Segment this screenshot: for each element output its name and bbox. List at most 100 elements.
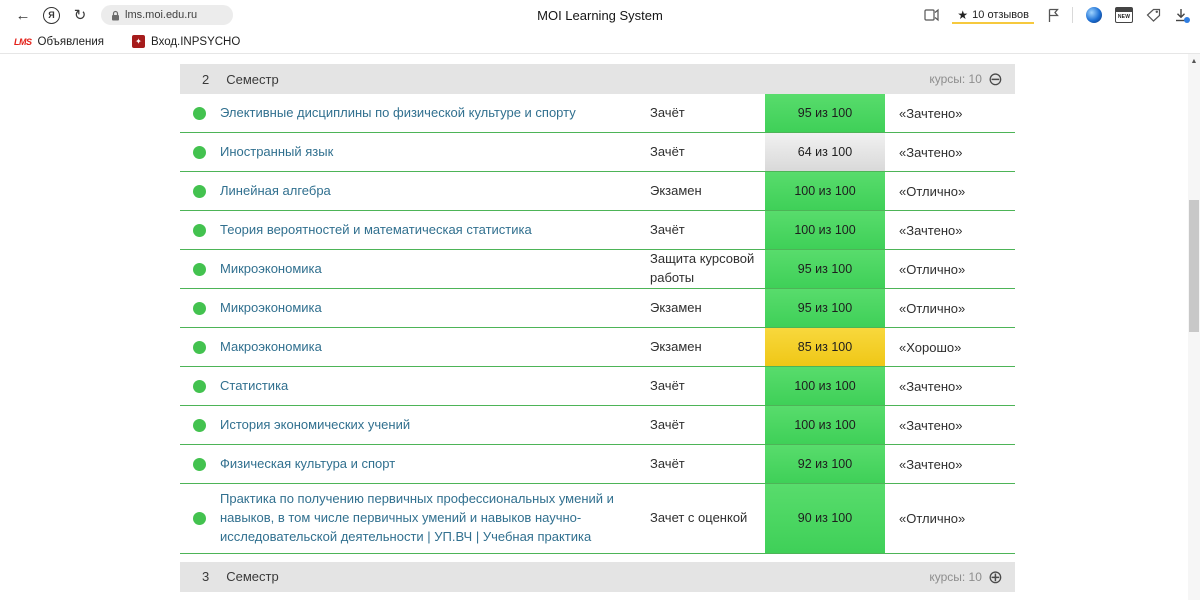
course-row: Физическая культура и спорт Зачёт 92 из … <box>180 445 1015 484</box>
score-badge: 85 из 100 <box>765 328 885 366</box>
grade-text: «Зачтено» <box>899 105 963 121</box>
back-button[interactable]: ← <box>10 7 36 24</box>
grade-text: «Зачтено» <box>899 417 963 433</box>
course-row: Макроэкономика Экзамен 85 из 100 «Хорошо… <box>180 328 1015 367</box>
assessment-type: Экзамен <box>650 338 702 354</box>
grade-text: «Зачтено» <box>899 378 963 394</box>
refresh-button[interactable]: ↻ <box>67 6 93 24</box>
course-row: Иностранный язык Зачёт 64 из 100 «Зачтен… <box>180 133 1015 172</box>
bookmark-flag-icon[interactable] <box>1047 8 1059 23</box>
grade-text: «Зачтено» <box>899 144 963 160</box>
semester-label: Семестр <box>226 569 279 585</box>
course-row: Статистика Зачёт 100 из 100 «Зачтено» <box>180 367 1015 406</box>
assessment-type: Зачёт <box>650 104 685 120</box>
assessment-type: Зачет с оценкой <box>650 509 748 525</box>
score-badge: 100 из 100 <box>765 367 885 405</box>
status-dot-icon <box>193 223 206 237</box>
status-dot-icon <box>193 511 206 525</box>
expand-semester-button[interactable]: ⊕ <box>988 568 1003 586</box>
address-bar[interactable]: lms.moi.edu.ru <box>101 5 233 25</box>
grade-text: «Отлично» <box>899 300 966 316</box>
status-dot-icon <box>193 145 206 159</box>
toolbar-divider <box>1072 7 1073 23</box>
lms-logo-icon: LMS <box>14 36 32 47</box>
bookmark-item-announcements[interactable]: LMS Объявления <box>14 36 104 48</box>
page-body: 2 Семестр курсы: 10 ⊖ Элективные дисципл… <box>0 64 1200 600</box>
grade-text: «Отлично» <box>899 183 966 199</box>
reviews-rating-button[interactable]: ★ 10 отзывов <box>952 7 1034 24</box>
course-link[interactable]: Микроэкономика <box>220 254 650 285</box>
course-link[interactable]: Элективные дисциплины по физической куль… <box>220 98 650 129</box>
course-link[interactable]: Микроэкономика <box>220 293 650 324</box>
score-badge: 95 из 100 <box>765 250 885 288</box>
course-link[interactable]: История экономических учений <box>220 410 650 441</box>
course-link[interactable]: Теория вероятностей и математическая ста… <box>220 215 650 246</box>
assessment-type: Зачёт <box>650 416 685 432</box>
assessment-type: Зачёт <box>650 455 685 471</box>
course-link[interactable]: Физическая культура и спорт <box>220 449 650 480</box>
grade-text: «Хорошо» <box>899 339 962 355</box>
scrollbar-thumb[interactable] <box>1189 200 1199 332</box>
reviews-label: 10 отзывов <box>972 8 1029 21</box>
assessment-type: Экзамен <box>650 182 702 198</box>
grade-text: «Зачтено» <box>899 222 963 238</box>
scroll-up-arrow-icon[interactable]: ▲ <box>1188 55 1200 67</box>
score-badge: 95 из 100 <box>765 94 885 132</box>
status-dot-icon <box>193 418 206 432</box>
score-badge: 100 из 100 <box>765 406 885 444</box>
download-progress-dot <box>1184 17 1190 23</box>
courses-count: курсы: 10 <box>929 569 982 584</box>
score-badge: 100 из 100 <box>765 172 885 210</box>
semester-2-header: 2 Семестр курсы: 10 ⊖ <box>180 64 1015 94</box>
star-icon: ★ <box>957 7 969 22</box>
yandex-icon[interactable]: Я <box>43 6 60 24</box>
grade-text: «Отлично» <box>899 510 966 526</box>
toolbar-right: ★ 10 отзывов NEW <box>924 7 1190 24</box>
status-dot-icon <box>193 262 206 276</box>
bookmark-label: Объявления <box>37 35 105 48</box>
share-panel-icon[interactable] <box>924 8 939 22</box>
course-row: Элективные дисциплины по физической куль… <box>180 94 1015 133</box>
score-badge: 64 из 100 <box>765 133 885 171</box>
score-badge: 92 из 100 <box>765 445 885 483</box>
course-row: История экономических учений Зачёт 100 и… <box>180 406 1015 445</box>
score-badge: 95 из 100 <box>765 289 885 327</box>
new-badge: NEW <box>1117 14 1131 20</box>
bookmarks-bar: LMS Объявления ✦ Вход.INPSYCHO <box>0 30 1200 54</box>
course-link[interactable]: Практика по получению первичных професси… <box>220 484 650 553</box>
bookmark-item-inpsycho[interactable]: ✦ Вход.INPSYCHO <box>132 35 240 48</box>
status-dot-icon <box>193 379 206 393</box>
course-link[interactable]: Линейная алгебра <box>220 176 650 207</box>
course-link[interactable]: Иностранный язык <box>220 137 650 168</box>
extension-icon-sphere[interactable] <box>1086 7 1102 23</box>
course-row: Линейная алгебра Экзамен 100 из 100 «Отл… <box>180 172 1015 211</box>
url-text: lms.moi.edu.ru <box>125 9 198 21</box>
semester-number: 3 <box>202 569 210 585</box>
status-dot-icon <box>193 184 206 198</box>
inpsycho-favicon-icon: ✦ <box>132 35 146 48</box>
downloads-icon[interactable] <box>1174 8 1190 23</box>
gradebook: 2 Семестр курсы: 10 ⊖ Элективные дисципл… <box>180 64 1015 592</box>
assessment-type: Экзамен <box>650 299 702 315</box>
status-dot-icon <box>193 301 206 315</box>
course-row: Микроэкономика Экзамен 95 из 100 «Отличн… <box>180 289 1015 328</box>
course-table: Элективные дисциплины по физической куль… <box>180 94 1015 554</box>
assessment-type: Зачёт <box>650 221 685 237</box>
browser-toolbar: ← Я ↻ lms.moi.edu.ru MOI Learning System… <box>0 0 1200 30</box>
assessment-type: Зачёт <box>650 377 685 393</box>
page-scrollbar[interactable]: ▲ <box>1188 54 1200 600</box>
courses-count: курсы: 10 <box>929 72 982 86</box>
assessment-type: Зачёт <box>650 143 685 159</box>
course-link[interactable]: Статистика <box>220 371 650 402</box>
collapse-semester-button[interactable]: ⊖ <box>988 70 1003 88</box>
course-link[interactable]: Макроэкономика <box>220 332 650 363</box>
status-dot-icon <box>193 106 206 120</box>
course-row: Микроэкономика Защита курсовой работы 95… <box>180 250 1015 289</box>
bookmark-label: Вход.INPSYCHO <box>151 35 241 48</box>
grade-text: «Отлично» <box>899 261 966 277</box>
extension-icon-tag[interactable] <box>1146 8 1161 22</box>
course-row: Теория вероятностей и математическая ста… <box>180 211 1015 250</box>
extension-icon-new[interactable]: NEW <box>1115 7 1133 23</box>
semester-3-header: 3 Семестр курсы: 10 ⊕ <box>180 561 1015 592</box>
semester-label: Семестр <box>226 71 279 87</box>
